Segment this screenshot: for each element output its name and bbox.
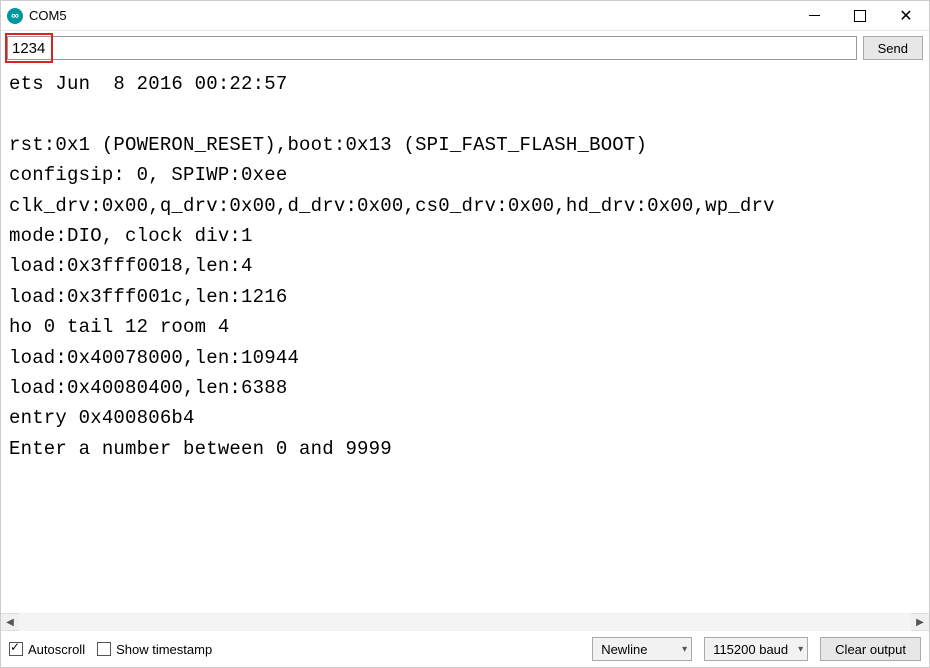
chevron-down-icon: ▾ <box>798 644 803 655</box>
footer-bar: Autoscroll Show timestamp Newline ▾ 1152… <box>1 631 929 667</box>
timestamp-checkbox[interactable] <box>97 642 111 656</box>
serial-input-container <box>7 36 857 60</box>
timestamp-label: Show timestamp <box>116 642 212 657</box>
maximize-button[interactable] <box>837 1 883 31</box>
serial-input[interactable] <box>8 37 856 59</box>
chevron-down-icon: ▾ <box>682 644 687 655</box>
autoscroll-label: Autoscroll <box>28 642 85 657</box>
baud-rate-select[interactable]: 115200 baud ▾ <box>704 637 808 661</box>
titlebar: COM5 ✕ <box>1 1 929 31</box>
minimize-button[interactable] <box>791 1 837 31</box>
horizontal-scrollbar[interactable]: ◀ ▶ <box>1 613 929 631</box>
scroll-left-arrow[interactable]: ◀ <box>1 613 19 631</box>
close-button[interactable]: ✕ <box>883 1 929 31</box>
line-ending-value: Newline <box>601 642 647 657</box>
window-title: COM5 <box>29 8 67 23</box>
serial-output: ets Jun 8 2016 00:22:57 rst:0x1 (POWERON… <box>1 65 929 613</box>
arduino-icon <box>7 8 23 24</box>
timestamp-checkbox-group[interactable]: Show timestamp <box>97 642 212 657</box>
autoscroll-checkbox-group[interactable]: Autoscroll <box>9 642 85 657</box>
send-button[interactable]: Send <box>863 36 923 60</box>
send-row: Send <box>1 31 929 65</box>
clear-output-button[interactable]: Clear output <box>820 637 921 661</box>
baud-rate-value: 115200 baud <box>713 642 788 657</box>
autoscroll-checkbox[interactable] <box>9 642 23 656</box>
line-ending-select[interactable]: Newline ▾ <box>592 637 692 661</box>
scroll-track[interactable] <box>19 613 911 631</box>
scroll-right-arrow[interactable]: ▶ <box>911 613 929 631</box>
